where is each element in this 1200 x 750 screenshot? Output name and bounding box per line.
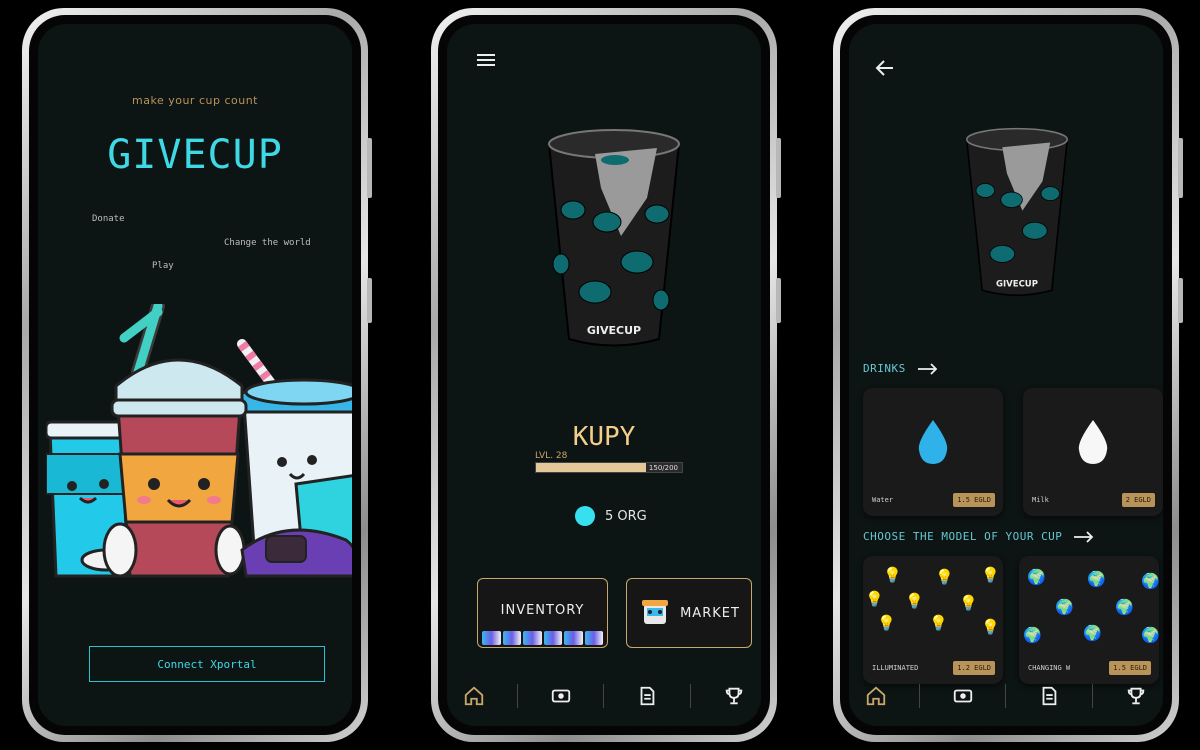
arrow-right-icon xyxy=(1074,530,1094,543)
xp-text: 150/200 xyxy=(648,464,678,472)
drink-name: Water xyxy=(872,496,894,504)
market-label: MARKET xyxy=(680,605,740,621)
globe-hands-icon: 🌍 xyxy=(1027,568,1046,586)
lightbulb-icon: 💡 xyxy=(865,590,884,608)
inventory-button[interactable]: INVENTORY xyxy=(477,578,608,648)
power-button xyxy=(776,278,781,323)
phone-welcome: make your cup count GIVECUP Donate Chang… xyxy=(22,8,372,742)
home-screen: GIVECUP KUPY LVL. 28 150/200 5 ORG INVEN… xyxy=(447,24,761,726)
volume-button xyxy=(1178,138,1183,198)
drink-card-milk[interactable]: Milk 2 EGLD xyxy=(1023,388,1163,516)
home-icon[interactable] xyxy=(865,685,887,707)
nav-divider xyxy=(603,684,605,708)
lightbulb-icon: 💡 xyxy=(935,568,954,586)
inventory-label: INVENTORY xyxy=(500,602,585,618)
word-change-world: Change the world xyxy=(224,238,311,248)
globe-hands-icon: 🌍 xyxy=(1055,598,1074,616)
drink-name: Milk xyxy=(1032,496,1049,504)
volume-button xyxy=(776,138,781,198)
tagline: make your cup count xyxy=(132,94,258,107)
word-play: Play xyxy=(152,261,174,271)
globe-hands-icon: 🌍 xyxy=(1141,626,1159,644)
cups-illustration xyxy=(46,304,352,578)
lightbulb-icon: 💡 xyxy=(877,614,896,632)
lightbulb-icon: 💡 xyxy=(929,614,948,632)
arrow-right-icon xyxy=(917,362,938,375)
inventory-cups-strip xyxy=(480,631,605,645)
market-icon xyxy=(642,600,669,624)
bottom-nav xyxy=(849,666,1163,726)
globe-hands-icon: 🌍 xyxy=(1023,626,1042,644)
models-section-title[interactable]: CHOOSE THE MODEL OF YOUR CUP xyxy=(863,530,1094,543)
org-balance-text: 5 ORG xyxy=(605,508,647,524)
lightbulb-icon: 💡 xyxy=(883,566,902,584)
phone-shop: GIVECUP DRINKS Water 1.5 EGLD Milk 2 EGL… xyxy=(833,8,1183,742)
globe-hands-icon: 🌍 xyxy=(1115,598,1134,616)
model-card-changing-world[interactable]: 🌍 🌍 🌍 🌍 🌍 🌍 🌍 🌍 CHANGING W 1.5 EGLD xyxy=(1019,556,1159,684)
org-token-icon xyxy=(575,506,595,526)
globe-hands-icon: 🌍 xyxy=(1083,624,1102,642)
welcome-screen: make your cup count GIVECUP Donate Chang… xyxy=(38,24,352,726)
cup-brand-text: GIVECUP xyxy=(587,324,641,337)
cup-image: GIVECUP xyxy=(965,127,1069,297)
app-title: GIVECUP xyxy=(107,132,283,178)
document-icon[interactable] xyxy=(1038,685,1060,707)
nav-divider xyxy=(918,684,920,708)
drink-card-water[interactable]: Water 1.5 EGLD xyxy=(863,388,1003,516)
wallet-icon[interactable] xyxy=(952,685,974,707)
lightbulb-icon: 💡 xyxy=(905,592,924,610)
market-button[interactable]: MARKET xyxy=(626,578,752,648)
power-button xyxy=(1178,278,1183,323)
cup-image: GIVECUP xyxy=(547,129,681,347)
nav-divider xyxy=(516,684,518,708)
nav-divider xyxy=(1092,684,1094,708)
back-icon[interactable] xyxy=(875,58,895,78)
cup-name: KUPY xyxy=(572,422,636,452)
nav-divider xyxy=(690,684,692,708)
org-balance: 5 ORG xyxy=(575,506,647,526)
power-button xyxy=(367,278,372,323)
model-card-illuminated[interactable]: 💡 💡 💡 💡 💡 💡 💡 💡 💡 ILLUMINATED 1.2 EGLD xyxy=(863,556,1003,684)
lightbulb-icon: 💡 xyxy=(981,566,1000,584)
wallet-icon[interactable] xyxy=(550,685,572,707)
trophy-icon[interactable] xyxy=(723,685,745,707)
cup-brand-text: GIVECUP xyxy=(996,279,1038,289)
connect-xportal-button[interactable]: Connect Xportal xyxy=(89,646,325,682)
models-title: CHOOSE THE MODEL OF YOUR CUP xyxy=(863,530,1063,543)
word-donate: Donate xyxy=(92,214,125,224)
volume-button xyxy=(367,138,372,198)
nav-divider xyxy=(1005,684,1007,708)
shop-screen: GIVECUP DRINKS Water 1.5 EGLD Milk 2 EGL… xyxy=(849,24,1163,726)
lightbulb-icon: 💡 xyxy=(981,618,1000,636)
globe-hands-icon: 🌍 xyxy=(1141,572,1159,590)
drink-price: 2 EGLD xyxy=(1121,493,1155,507)
drinks-title: DRINKS xyxy=(863,362,906,375)
water-drop-icon xyxy=(918,420,948,464)
xp-progress-fill xyxy=(536,463,646,472)
globe-hands-icon: 🌍 xyxy=(1087,570,1106,588)
xp-progress-bar: 150/200 xyxy=(535,462,683,473)
level-label: LVL. 28 xyxy=(535,451,568,461)
drinks-section-title[interactable]: DRINKS xyxy=(863,362,938,375)
home-icon[interactable] xyxy=(463,685,485,707)
phone-home: GIVECUP KUPY LVL. 28 150/200 5 ORG INVEN… xyxy=(431,8,781,742)
milk-drop-icon xyxy=(1078,420,1108,464)
menu-icon[interactable] xyxy=(477,54,495,68)
lightbulb-icon: 💡 xyxy=(959,594,978,612)
drink-price: 1.5 EGLD xyxy=(953,493,995,507)
bottom-nav xyxy=(447,666,761,726)
document-icon[interactable] xyxy=(636,685,658,707)
trophy-icon[interactable] xyxy=(1125,685,1147,707)
